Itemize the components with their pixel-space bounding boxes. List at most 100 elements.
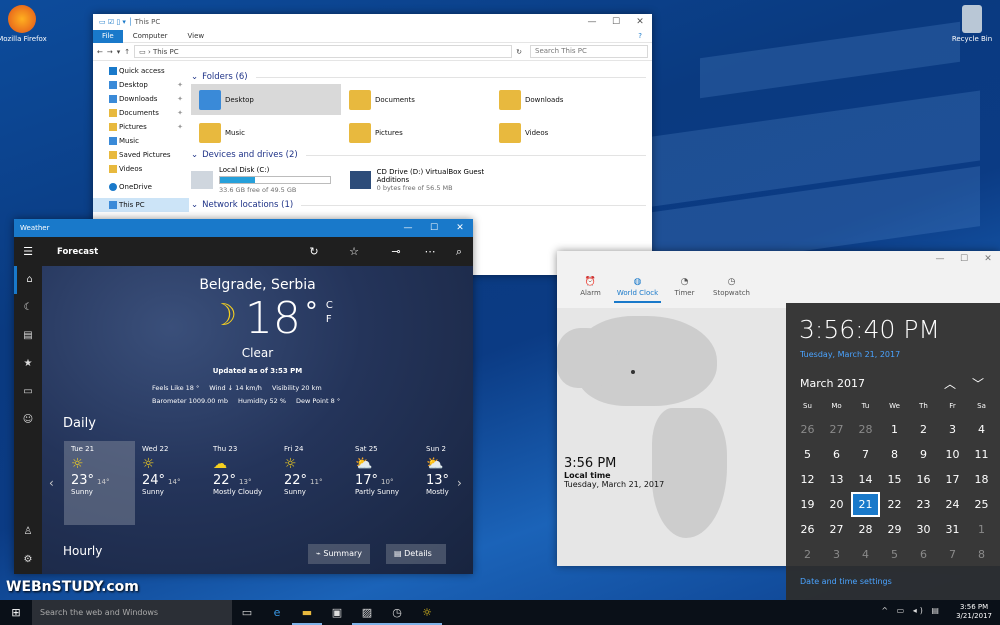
file-explorer-icon[interactable]: ▬ xyxy=(292,600,322,625)
weather-titlebar[interactable]: Weather — ☐ ✕ xyxy=(14,219,473,237)
drive-c[interactable]: Local Disk (C:) 33.6 GB free of 49.5 GB xyxy=(191,166,336,194)
previous-month-icon[interactable]: ︿ xyxy=(944,375,956,392)
search-icon[interactable]: ⌕ xyxy=(444,237,473,266)
system-tray-icons[interactable]: ^ ▭ ◂) ▤ xyxy=(881,606,942,615)
account-icon[interactable]: ♙ xyxy=(14,518,42,546)
calendar-day[interactable]: 2 xyxy=(793,542,822,567)
nav-videos[interactable]: Videos xyxy=(93,162,189,176)
task-view-icon[interactable]: ▭ xyxy=(232,600,262,625)
maximize-button[interactable]: ☐ xyxy=(952,251,976,267)
nav-onedrive[interactable]: OneDrive xyxy=(93,180,189,194)
calendar-day[interactable]: 20 xyxy=(822,492,851,517)
explorer-titlebar[interactable]: ▭ ☑ ▯ ▾ │ This PC — ☐ ✕ xyxy=(93,14,652,30)
folder-downloads[interactable]: Downloads xyxy=(491,84,641,115)
calendar-day[interactable]: 9 xyxy=(909,442,938,467)
tab-alarm[interactable]: ⏰ Alarm xyxy=(567,277,614,303)
places-icon[interactable]: ★ xyxy=(14,350,42,378)
minimize-button[interactable]: — xyxy=(395,219,421,237)
nav-pictures[interactable]: Pictures ✦ xyxy=(93,120,189,134)
settings-gear-icon[interactable]: ⚙ xyxy=(14,546,42,574)
calendar-day[interactable]: 2 xyxy=(909,417,938,442)
favorite-star-icon[interactable]: ☆ xyxy=(339,237,369,266)
weather-icon[interactable]: ☼ xyxy=(412,600,442,625)
calendar-day[interactable]: 28 xyxy=(851,417,880,442)
calendar-day[interactable]: 23 xyxy=(909,492,938,517)
nav-downloads[interactable]: Downloads ✦ xyxy=(93,92,189,106)
unit-toggle[interactable]: CF xyxy=(326,299,333,327)
calendar-day[interactable]: 10 xyxy=(938,442,967,467)
nav-quick-access[interactable]: Quick access xyxy=(93,64,189,78)
day-card[interactable]: Sat 25 ⛅ 17° 10° Partly Sunny xyxy=(348,441,419,525)
details-button[interactable]: ▤ Details xyxy=(386,544,446,564)
recent-icon[interactable]: ▾ xyxy=(117,48,121,56)
firefox-desktop-icon[interactable]: Mozilla Firefox xyxy=(0,5,52,43)
calendar-day[interactable]: 16 xyxy=(909,467,938,492)
calendar-day[interactable]: 6 xyxy=(909,542,938,567)
local-time-card[interactable]: 3:56 PM Local time Tuesday, March 21, 20… xyxy=(564,456,664,489)
calendar-day[interactable]: 6 xyxy=(822,442,851,467)
calendar-day[interactable]: 19 xyxy=(793,492,822,517)
calendar-day[interactable]: 24 xyxy=(938,492,967,517)
close-button[interactable]: ✕ xyxy=(976,251,1000,267)
historical-icon[interactable]: ▤ xyxy=(14,322,42,350)
refresh-icon[interactable]: ↻ xyxy=(516,48,522,56)
tab-view[interactable]: View xyxy=(178,30,215,43)
calendar-day[interactable]: 12 xyxy=(793,467,822,492)
nav-this-pc[interactable]: This PC xyxy=(93,198,189,212)
drive-d[interactable]: CD Drive (D:) VirtualBox Guest Additions… xyxy=(350,168,510,192)
calendar-day[interactable]: 22 xyxy=(880,492,909,517)
hamburger-menu-icon[interactable]: ☰ xyxy=(14,245,42,258)
calendar-day[interactable]: 8 xyxy=(967,542,996,567)
nav-documents[interactable]: Documents ✦ xyxy=(93,106,189,120)
taskbar-search-input[interactable]: Search the web and Windows xyxy=(32,600,232,625)
scroll-left-icon[interactable]: ‹ xyxy=(49,476,54,490)
calendar-day[interactable]: 15 xyxy=(880,467,909,492)
minimize-button[interactable]: — xyxy=(580,14,604,30)
news-icon[interactable]: ▭ xyxy=(14,378,42,406)
calendar-day[interactable]: 27 xyxy=(822,417,851,442)
calendar-day[interactable]: 28 xyxy=(851,517,880,542)
nav-saved-pictures[interactable]: Saved Pictures xyxy=(93,148,189,162)
tab-timer[interactable]: ◔ Timer xyxy=(661,277,708,303)
calendar-day[interactable]: 29 xyxy=(880,517,909,542)
taskbar-clock[interactable]: 3:56 PM 3/21/2017 xyxy=(956,603,992,621)
forward-icon[interactable]: → xyxy=(107,48,113,56)
nav-desktop[interactable]: Desktop ✦ xyxy=(93,78,189,92)
calendar-day[interactable]: 31 xyxy=(938,517,967,542)
fahrenheit-unit[interactable]: F xyxy=(326,313,333,327)
calendar-day[interactable]: 8 xyxy=(880,442,909,467)
calendar-day[interactable]: 4 xyxy=(851,542,880,567)
home-icon[interactable]: ⌂ xyxy=(14,266,42,294)
close-button[interactable]: ✕ xyxy=(628,14,652,30)
calendar-day[interactable]: 30 xyxy=(909,517,938,542)
network-group-header[interactable]: ⌄ Network locations (1) xyxy=(191,198,646,212)
month-label[interactable]: March 2017 xyxy=(800,377,865,390)
search-input[interactable]: Search This PC xyxy=(530,45,648,58)
calendar-day-today[interactable]: 21 xyxy=(851,492,880,517)
maximize-button[interactable]: ☐ xyxy=(604,14,628,30)
start-windows-icon[interactable]: ⊞ xyxy=(0,606,32,619)
close-button[interactable]: ✕ xyxy=(447,219,473,237)
tab-computer[interactable]: Computer xyxy=(123,30,178,43)
folder-documents[interactable]: Documents xyxy=(341,84,491,115)
flyout-date-link[interactable]: Tuesday, March 21, 2017 xyxy=(800,350,900,359)
day-card[interactable]: Fri 24 ☼ 22° 11° Sunny xyxy=(277,441,348,525)
store-icon[interactable]: ▣ xyxy=(322,600,352,625)
photos-icon[interactable]: ▨ xyxy=(352,600,382,625)
folder-music[interactable]: Music xyxy=(191,117,341,148)
recycle-bin-desktop-icon[interactable]: Recycle Bin xyxy=(942,5,1000,43)
calendar-day[interactable]: 26 xyxy=(793,517,822,542)
day-card[interactable]: Wed 22 ☼ 24° 14° Sunny xyxy=(135,441,206,525)
calendar-day[interactable]: 3 xyxy=(938,417,967,442)
feedback-icon[interactable]: ☺ xyxy=(14,406,42,434)
day-card[interactable]: Tue 21 ☼ 23° 14° Sunny xyxy=(64,441,135,525)
calendar-day[interactable]: 7 xyxy=(851,442,880,467)
minimize-button[interactable]: — xyxy=(928,251,952,267)
calendar-day[interactable]: 11 xyxy=(967,442,996,467)
calendar-day[interactable]: 17 xyxy=(938,467,967,492)
help-icon[interactable]: ? xyxy=(628,30,652,43)
address-field[interactable]: ▭ › This PC xyxy=(134,45,513,58)
refresh-icon[interactable]: ↻ xyxy=(299,237,329,266)
folders-group-header[interactable]: ⌄ Folders (6) xyxy=(191,70,646,84)
summary-button[interactable]: ⌁ Summary xyxy=(308,544,371,564)
